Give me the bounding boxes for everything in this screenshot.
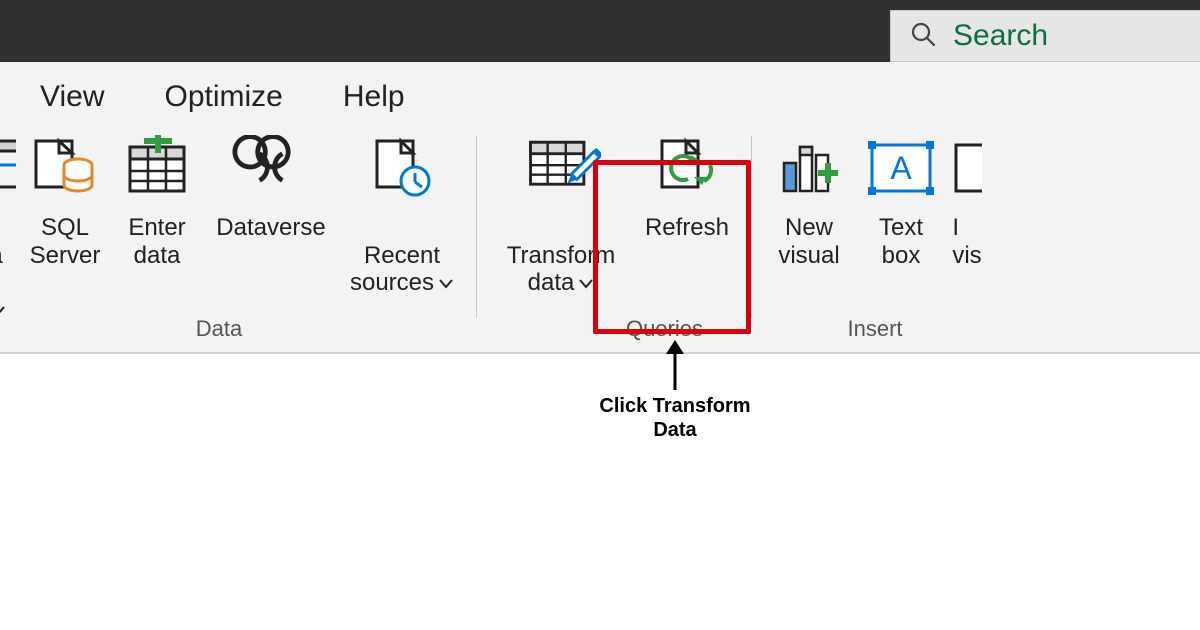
group-queries: Transform data Refresh	[485, 122, 743, 352]
refresh-label: Refresh	[645, 214, 729, 242]
group-data: a SQL Se	[0, 122, 468, 352]
refresh-icon	[647, 132, 727, 204]
partial-icon-right	[952, 132, 982, 204]
annotation-arrow: Click Transform Data	[590, 340, 760, 442]
enter-data-button[interactable]: Enter data	[114, 130, 200, 269]
group-insert: New visual A Text box	[760, 122, 990, 352]
transform-data-icon	[521, 132, 601, 204]
arrow-up-icon	[660, 340, 690, 392]
recent-sources-button[interactable]: Recent sources	[342, 130, 462, 297]
partial-button-left[interactable]: a	[0, 130, 16, 324]
menu-help[interactable]: Help	[343, 80, 405, 114]
new-visual-icon	[769, 132, 849, 204]
search-box[interactable]: Search	[890, 10, 1200, 62]
recent-sources-label: Recent sources	[350, 214, 454, 297]
text-box-button[interactable]: A Text box	[858, 130, 944, 269]
recent-sources-icon	[362, 132, 442, 204]
menu-optimize[interactable]: Optimize	[164, 80, 282, 114]
search-icon	[909, 20, 937, 53]
dataverse-label: Dataverse	[216, 214, 325, 242]
new-visual-label: New visual	[778, 214, 839, 269]
separator	[751, 136, 752, 318]
separator	[476, 136, 477, 318]
partial-label-right: I vis	[952, 214, 981, 269]
chevron-down-icon	[578, 269, 594, 297]
partial-label-left: a	[0, 214, 5, 324]
chevron-down-icon	[438, 269, 454, 297]
enter-data-label: Enter data	[128, 214, 185, 269]
group-insert-label: Insert	[847, 316, 902, 350]
dataverse-button[interactable]: Dataverse	[206, 130, 336, 242]
sql-server-button[interactable]: SQL Server	[22, 130, 108, 269]
enter-data-icon	[117, 132, 197, 204]
dataverse-icon	[231, 132, 311, 204]
menu-view[interactable]: View	[40, 80, 104, 114]
chevron-down-icon	[0, 269, 5, 324]
refresh-button[interactable]: Refresh	[637, 130, 737, 242]
title-bar: Search	[0, 0, 1200, 62]
new-visual-button[interactable]: New visual	[766, 130, 852, 269]
transform-data-label: Transform data	[507, 214, 615, 297]
text-box-icon: A	[861, 132, 941, 204]
search-placeholder: Search	[953, 19, 1048, 53]
annotation-text: Click Transform Data	[590, 394, 760, 442]
transform-data-button[interactable]: Transform data	[491, 130, 631, 297]
menu-bar: View Optimize Help	[0, 62, 1200, 122]
partial-button-right[interactable]: I vis	[950, 130, 984, 269]
sql-server-label: SQL Server	[30, 214, 101, 269]
group-data-label: Data	[196, 316, 242, 350]
data-icon	[0, 132, 16, 204]
sql-server-icon	[25, 132, 105, 204]
ribbon: a SQL Se	[0, 122, 1200, 354]
svg-text:A: A	[890, 150, 912, 186]
text-box-label: Text box	[879, 214, 923, 269]
